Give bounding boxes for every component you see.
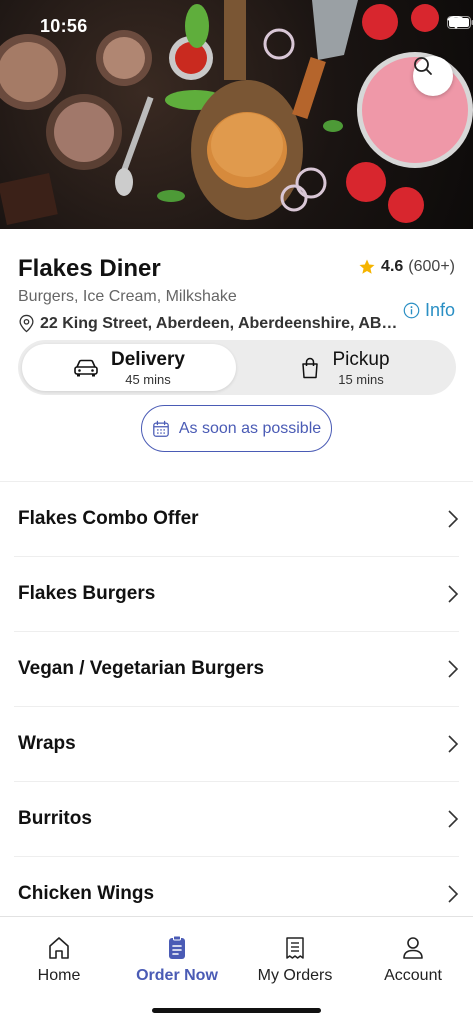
chevron-right-icon xyxy=(448,810,459,828)
menu-category-list: Flakes Combo Offer Flakes Burgers Vegan … xyxy=(0,481,473,932)
home-indicator xyxy=(152,1008,321,1013)
fulfilment-toggle: Delivery 45 mins Pickup 15 mins xyxy=(18,340,456,395)
home-icon xyxy=(49,937,69,959)
nav-my-orders[interactable]: My Orders xyxy=(236,935,354,985)
pickup-time: 15 mins xyxy=(338,371,384,387)
info-label: Info xyxy=(424,300,455,320)
search-icon xyxy=(414,57,432,75)
chevron-right-icon xyxy=(448,585,459,603)
shopping-bag-icon xyxy=(302,357,319,378)
info-icon xyxy=(403,302,420,319)
menu-category-label: Burritos xyxy=(18,808,92,829)
pickup-label: Pickup xyxy=(332,348,390,370)
address-text: 22 King Street, Aberdeen, Aberdeenshire,… xyxy=(40,314,398,332)
menu-category-label: Wraps xyxy=(18,733,76,754)
cuisines: Burgers, Ice Cream, Milkshake xyxy=(18,288,237,305)
battery-icon xyxy=(447,16,473,29)
order-icon xyxy=(169,935,185,959)
nav-home-label: Home xyxy=(37,967,81,984)
nav-order-now[interactable]: Order Now xyxy=(118,935,236,985)
menu-category-label: Chicken Wings xyxy=(18,883,155,904)
nav-order-now-label: Order Now xyxy=(136,967,218,984)
star-icon xyxy=(359,259,375,274)
restaurant-name: Flakes Diner xyxy=(18,255,161,282)
calendar-icon xyxy=(153,420,169,437)
hero-image: 10:56 xyxy=(0,0,473,229)
menu-category-item[interactable]: Flakes Burgers xyxy=(14,557,459,632)
delivery-option[interactable]: Delivery 45 mins xyxy=(22,344,236,391)
menu-category-item[interactable]: Burritos xyxy=(14,782,459,857)
search-button[interactable] xyxy=(413,56,453,96)
nav-home[interactable]: Home xyxy=(0,935,118,985)
pickup-option[interactable]: Pickup 15 mins xyxy=(238,344,452,391)
status-bar: 10:56 xyxy=(0,0,473,50)
chevron-right-icon xyxy=(448,735,459,753)
status-time: 10:56 xyxy=(40,16,88,36)
delivery-label: Delivery xyxy=(111,348,185,370)
rating-value: 4.6 xyxy=(381,258,404,275)
car-icon xyxy=(74,359,98,376)
menu-category-label: Flakes Burgers xyxy=(18,583,156,604)
rating-count: (600+) xyxy=(408,258,455,275)
menu-category-item[interactable]: Vegan / Vegetarian Burgers xyxy=(14,632,459,707)
info-button[interactable]: Info xyxy=(403,300,455,321)
nav-account[interactable]: Account xyxy=(354,935,472,985)
menu-category-label: Flakes Combo Offer xyxy=(18,508,199,529)
delivery-time: 45 mins xyxy=(125,371,171,387)
user-icon xyxy=(403,937,423,959)
address: 22 King Street, Aberdeen, Aberdeenshire,… xyxy=(18,314,397,333)
chevron-right-icon xyxy=(448,885,459,903)
receipt-icon xyxy=(286,937,304,959)
schedule-button[interactable]: As soon as possible xyxy=(141,405,332,452)
menu-category-item[interactable]: Wraps xyxy=(14,707,459,782)
rating: 4.6 (600+) xyxy=(358,258,455,276)
nav-my-orders-label: My Orders xyxy=(257,967,333,984)
chevron-right-icon xyxy=(448,510,459,528)
schedule-label: As soon as possible xyxy=(178,419,322,437)
menu-category-item[interactable]: Flakes Combo Offer xyxy=(14,482,459,557)
menu-category-label: Vegan / Vegetarian Burgers xyxy=(18,658,265,679)
chevron-right-icon xyxy=(448,660,459,678)
nav-account-label: Account xyxy=(384,967,442,984)
location-pin-icon xyxy=(19,314,34,333)
